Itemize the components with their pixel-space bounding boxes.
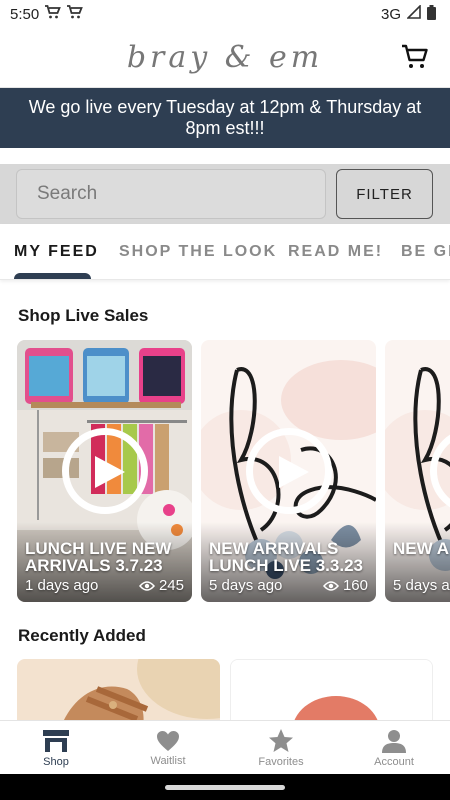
feed-tabs: MY FEED SHOP THE LOOK READ ME! BE GI [0, 224, 450, 280]
product-thumbnail [17, 659, 220, 721]
heart-icon [157, 730, 179, 751]
cart-icon [67, 5, 84, 23]
filter-button[interactable]: FILTER [336, 169, 433, 219]
live-sale-age: 5 days ag [393, 577, 450, 594]
play-button[interactable] [62, 428, 148, 514]
eye-icon [322, 580, 339, 591]
product-card[interactable] [17, 659, 220, 721]
tab-shop-the-look[interactable]: SHOP THE LOOK [119, 243, 277, 261]
section-title-recently-added: Recently Added [18, 626, 146, 645]
tab-be-gi[interactable]: BE GI [401, 243, 450, 261]
product-thumbnail [231, 660, 432, 721]
nav-label-account: Account [374, 755, 414, 768]
storefront-icon [43, 729, 69, 752]
tab-read-me[interactable]: READ ME! [288, 243, 383, 261]
live-sales-carousel: LUNCH LIVE NEW ARRIVALS 3.7.23 1 days ag… [17, 340, 450, 602]
nav-item-favorites[interactable]: Favorites [225, 721, 337, 775]
cart-icon [45, 5, 62, 23]
cart-button[interactable] [400, 42, 430, 72]
live-sale-age: 1 days ago [25, 577, 99, 594]
system-navigation-bar [0, 774, 450, 800]
nav-item-shop[interactable]: Shop [0, 721, 112, 775]
live-sale-card[interactable]: LUNCH LIVE NEW ARRIVALS 3.7.23 1 days ag… [17, 340, 192, 602]
shopping-cart-icon [402, 44, 428, 68]
live-sale-meta: 5 days ago 160 [209, 577, 368, 594]
section-title-live-sales: Shop Live Sales [18, 306, 149, 325]
brand-logo[interactable]: bray & em [127, 40, 323, 75]
person-icon [382, 729, 406, 753]
live-sale-title: NEW ARRIVALS LUNCH LIVE 3.3.23 [209, 539, 363, 575]
play-button[interactable] [246, 428, 332, 514]
announcement-banner: We go live every Tuesday at 12pm & Thurs… [0, 88, 450, 148]
status-time: 5:50 [10, 5, 40, 23]
live-sale-meta: 1 days ago 245 [25, 577, 184, 594]
view-count-value: 245 [158, 577, 184, 594]
nav-item-account[interactable]: Account [338, 721, 450, 775]
nav-label-favorites: Favorites [258, 756, 304, 768]
battery-icon [427, 4, 436, 24]
status-bar: 5:50 3G [0, 0, 450, 28]
active-tab-indicator [14, 273, 91, 279]
live-sale-title: NEW A LIVE 3. [393, 539, 450, 558]
play-icon [95, 456, 125, 488]
search-input[interactable] [16, 169, 326, 219]
view-count-value: 160 [342, 577, 368, 594]
play-icon [279, 456, 309, 488]
live-sale-card[interactable]: NEW A LIVE 3. 5 days ag [385, 340, 450, 602]
search-bar: FILTER [0, 164, 450, 224]
network-label: 3G [380, 5, 401, 23]
eye-icon [138, 580, 155, 591]
view-count: 160 [322, 577, 368, 594]
app-header: bray & em [0, 28, 450, 88]
nav-item-waitlist[interactable]: Waitlist [112, 721, 224, 775]
tab-my-feed[interactable]: MY FEED [14, 243, 99, 261]
nav-label-waitlist: Waitlist [150, 754, 186, 767]
product-card[interactable] [230, 659, 433, 721]
live-sale-age: 5 days ago [209, 577, 283, 594]
bottom-nav: Shop Waitlist Favorites Account [0, 720, 450, 774]
live-sale-title: LUNCH LIVE NEW ARRIVALS 3.7.23 [25, 539, 172, 575]
signal-icon [406, 4, 421, 23]
recently-added-carousel [17, 659, 450, 721]
live-sale-meta: 5 days ag [393, 577, 450, 594]
announcement-text: We go live every Tuesday at 12pm & Thurs… [28, 97, 422, 138]
view-count: 245 [138, 577, 184, 594]
star-icon [269, 729, 293, 752]
live-sale-card[interactable]: NEW ARRIVALS LUNCH LIVE 3.3.23 5 days ag… [201, 340, 376, 602]
nav-label-shop: Shop [43, 755, 69, 768]
home-gesture-handle[interactable] [165, 785, 285, 790]
